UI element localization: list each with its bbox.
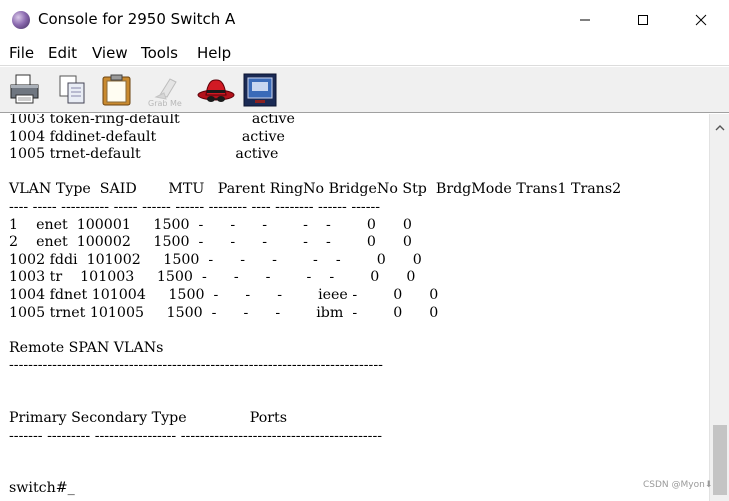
console-line: ----------------------------------------… (9, 357, 383, 374)
console-line: ------- --------- ----------------- ----… (9, 427, 383, 444)
maximize-button[interactable] (620, 0, 666, 40)
chevron-up-icon (715, 125, 725, 131)
maximize-icon (638, 15, 648, 25)
console-line: 2 enet 100002 1500 - - - - - 0 0 (9, 234, 412, 251)
print-icon (10, 74, 39, 104)
console-line: Primary Secondary Type Ports (9, 410, 288, 427)
console-line: 1002 fddi 101002 1500 - - - - - 0 0 (9, 251, 422, 268)
console-output[interactable]: 1003 token-ring-default active 1004 fddi… (0, 114, 709, 501)
window-title: Console for 2950 Switch A (38, 10, 236, 28)
console-line: 1004 fddinet-default active (9, 128, 285, 145)
terminal-button[interactable] (243, 73, 277, 107)
paste-button[interactable] (100, 73, 134, 107)
console-line: VLAN Type SAID MTU Parent RingNo BridgeN… (9, 181, 622, 198)
app-icon (12, 11, 30, 29)
console-line: ---- ----- ---------- ----- ------ -----… (9, 199, 381, 215)
console-line: 1 enet 100001 1500 - - - - - 0 0 (9, 216, 412, 233)
title-bar: Console for 2950 Switch A (0, 0, 729, 40)
scroll-thumb[interactable] (713, 425, 727, 495)
console-line: 1003 token-ring-default active (9, 114, 295, 127)
scroll-up-button[interactable] (710, 114, 729, 142)
console-line: 1005 trnet 101005 1500 - - - ibm - 0 0 (9, 304, 439, 321)
menu-file[interactable]: File (9, 44, 34, 62)
spy-hat-button[interactable] (196, 73, 236, 107)
minimize-icon (580, 19, 590, 21)
console-line: 1005 trnet-default active (9, 146, 279, 163)
console-prompt: switch#_ (9, 480, 75, 496)
copy-icon (59, 75, 85, 104)
spy-hat-icon (197, 79, 235, 102)
print-button[interactable] (8, 73, 42, 107)
vertical-scrollbar[interactable] (709, 114, 729, 501)
grab-me-icon: Grab Me (148, 78, 182, 108)
console-line: Remote SPAN VLANs (9, 339, 164, 356)
minimize-button[interactable] (562, 0, 608, 40)
close-icon (695, 14, 707, 26)
menu-edit[interactable]: Edit (48, 44, 77, 62)
watermark: CSDN @Myon⬇ (643, 480, 713, 490)
grab-me-button[interactable]: Grab Me (148, 73, 188, 108)
menu-view[interactable]: View (92, 44, 128, 62)
console-line: 1004 fdnet 101004 1500 - - - ieee - 0 0 (9, 287, 439, 303)
paste-icon (102, 74, 131, 106)
console-line: 1003 tr 101003 1500 - - - - - 0 0 (9, 269, 416, 286)
close-button[interactable] (678, 0, 724, 40)
menu-tools[interactable]: Tools (141, 44, 178, 62)
toolbar: Grab Me (0, 67, 729, 113)
menu-bar: File Edit View Tools Help (0, 40, 729, 66)
grab-me-label: Grab Me (148, 99, 182, 107)
terminal-icon (243, 73, 277, 107)
copy-button[interactable] (56, 73, 90, 107)
menu-help[interactable]: Help (197, 44, 231, 62)
